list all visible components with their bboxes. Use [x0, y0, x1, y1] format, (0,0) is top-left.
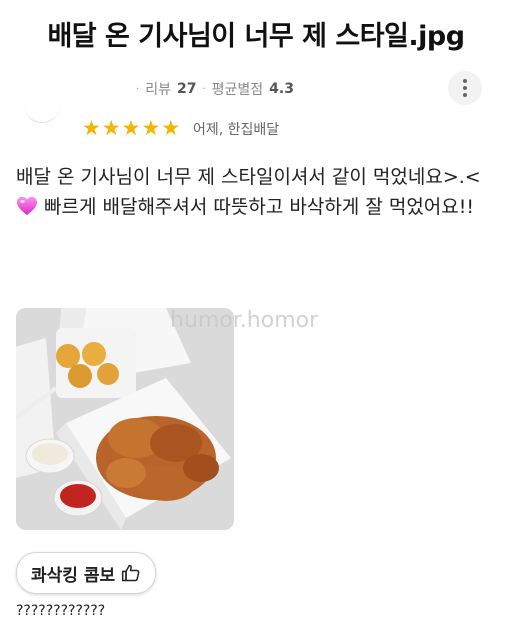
star-icon: ★ [82, 116, 101, 140]
star-icon: ★ [161, 116, 181, 140]
watermark: humor.homor [170, 308, 319, 333]
review-date: 어제, 한집배달 [193, 122, 280, 138]
star-icon: ★ [141, 116, 161, 140]
caption-text: ???????????? [16, 603, 106, 619]
heart-icon [17, 196, 37, 216]
avg-rating-label: 평균별점 [211, 82, 264, 98]
separator-dot-2: · [202, 83, 206, 95]
star-rating: ★ ★ ★ ★ ★ [82, 116, 180, 140]
menu-tag-label: 콰삭킹 콤보 [31, 565, 116, 586]
review-photo[interactable] [16, 308, 234, 530]
thumbs-up-icon [122, 564, 140, 582]
reviews-label: 리뷰 [145, 82, 171, 98]
reviews-count: 27 [176, 81, 197, 97]
avg-rating-value: 4.3 [269, 81, 294, 97]
separator-dot: · [136, 83, 140, 95]
star-icon: ★ [121, 116, 141, 140]
post-title: 배달 온 기사님이 너무 제 스타일.jpg [47, 21, 465, 52]
review-body: 배달 온 기사님이 너무 제 스타일이셔서 같이 먹었네요>.< 빠르게 배달해… [16, 162, 504, 222]
more-dot-icon [463, 79, 467, 83]
review-line-2: 빠르게 배달해주셔서 따뜻하고 바삭하게 잘 먹었어요!! [44, 196, 474, 218]
review-line-1: 배달 온 기사님이 너무 제 스타일이셔서 같이 먹었네요>.< [16, 166, 481, 188]
avatar [24, 92, 60, 123]
more-options-button[interactable] [448, 71, 482, 105]
more-dot-icon [463, 86, 467, 90]
review-meta: · 리뷰 27 · 평균별점 4.3 [136, 79, 294, 99]
review-line-2-wrap: 빠르게 배달해주셔서 따뜻하고 바삭하게 잘 먹었어요!! [16, 192, 504, 222]
fried-chicken-image [16, 308, 234, 530]
star-icon: ★ [101, 116, 121, 140]
more-dot-icon [463, 93, 467, 97]
menu-tag-button[interactable]: 콰삭킹 콤보 [16, 552, 157, 594]
